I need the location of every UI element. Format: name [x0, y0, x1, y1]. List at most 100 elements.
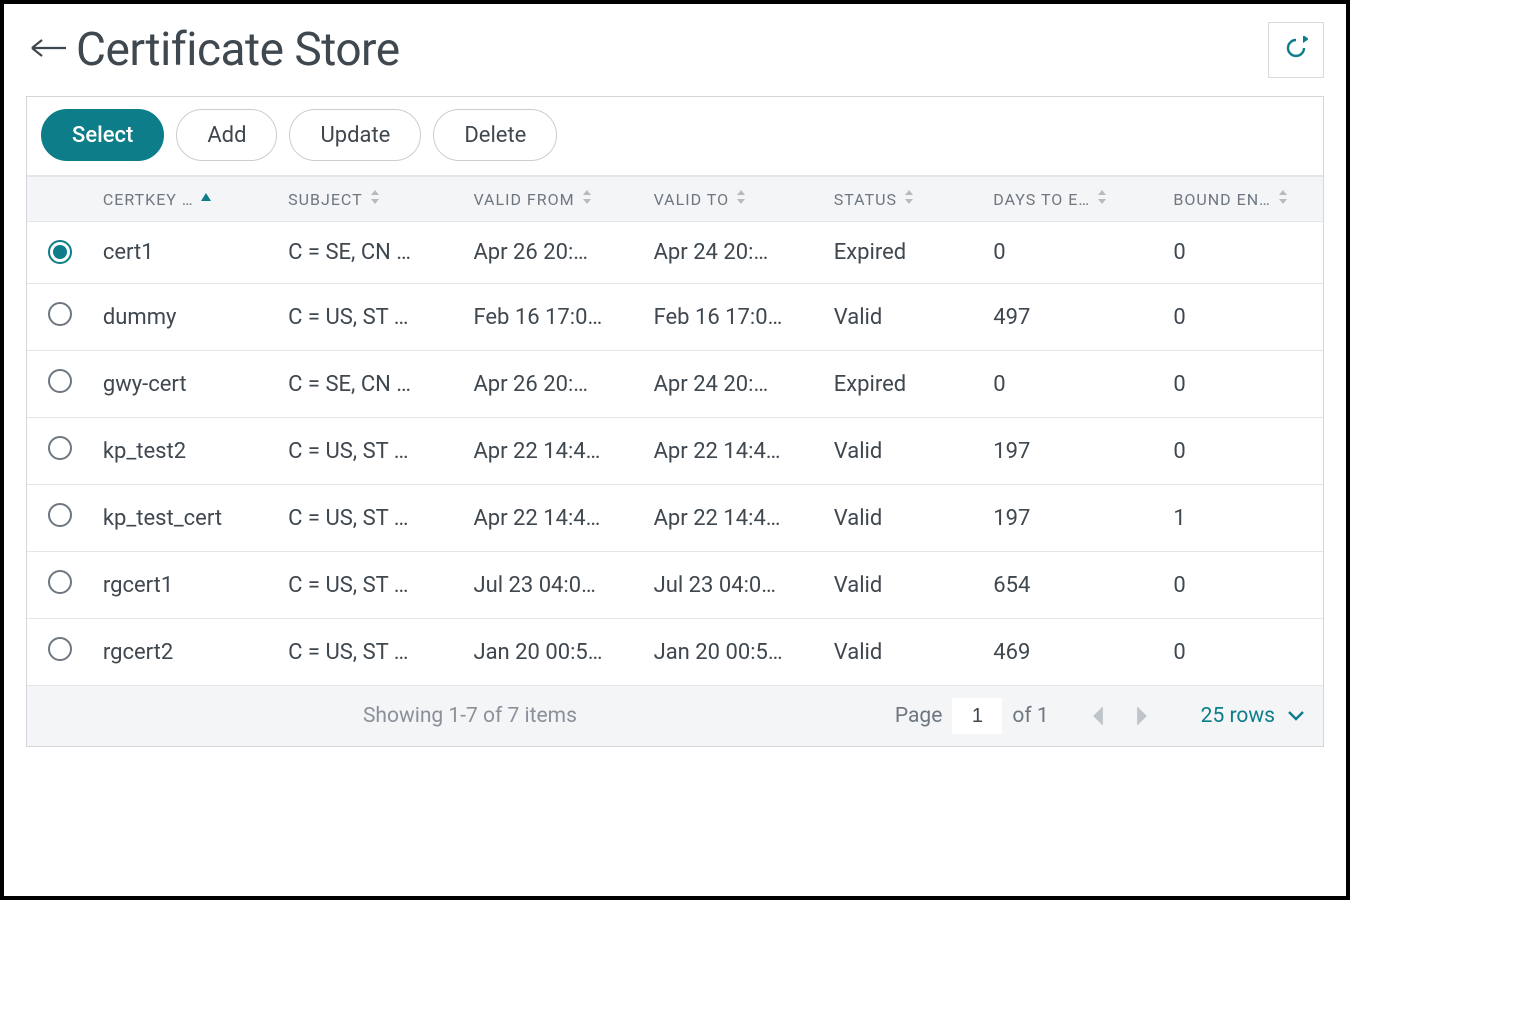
chevron-down-icon	[1287, 704, 1305, 728]
cell-status: Valid	[824, 485, 984, 552]
prev-page-button[interactable]	[1089, 705, 1107, 727]
col-header-bound[interactable]: BOUND EN…	[1163, 177, 1323, 222]
cell-bound: 1	[1163, 485, 1323, 552]
cell-valid-to: Jul 23 04:0…	[644, 552, 824, 619]
col-header-label: STATUS	[834, 190, 897, 209]
sort-icon	[369, 189, 381, 209]
col-header-label: VALID FROM	[473, 190, 574, 209]
table-body: cert1C = SE, CN …Apr 26 20:…Apr 24 20:…E…	[27, 222, 1323, 686]
sort-icon	[735, 189, 747, 209]
sort-icon	[903, 189, 915, 209]
col-header-status[interactable]: STATUS	[824, 177, 984, 222]
table-row[interactable]: cert1C = SE, CN …Apr 26 20:…Apr 24 20:…E…	[27, 222, 1323, 284]
table-row[interactable]: rgcert2C = US, ST …Jan 20 00:5…Jan 20 00…	[27, 619, 1323, 686]
cell-status: Valid	[824, 284, 984, 351]
table-row[interactable]: gwy-certC = SE, CN …Apr 26 20:…Apr 24 20…	[27, 351, 1323, 418]
cell-subject: C = SE, CN …	[278, 351, 463, 418]
cell-status: Valid	[824, 552, 984, 619]
col-header-label: SUBJECT	[288, 190, 363, 209]
col-header-valid-to[interactable]: VALID TO	[644, 177, 824, 222]
table-footer: Showing 1-7 of 7 items Page of 1 25 rows	[27, 685, 1323, 746]
table-row[interactable]: kp_test2C = US, ST …Apr 22 14:4…Apr 22 1…	[27, 418, 1323, 485]
table-row[interactable]: rgcert1C = US, ST …Jul 23 04:0…Jul 23 04…	[27, 552, 1323, 619]
page-input[interactable]	[952, 698, 1002, 734]
col-header-valid-from[interactable]: VALID FROM	[463, 177, 643, 222]
update-button[interactable]: Update	[289, 109, 421, 161]
cell-valid-from: Jan 20 00:5…	[463, 619, 643, 686]
cell-days: 197	[983, 485, 1163, 552]
sort-asc-icon	[200, 189, 212, 209]
page-of-label: of 1	[1012, 704, 1048, 728]
cell-valid-to: Apr 24 20:…	[644, 351, 824, 418]
cell-days: 654	[983, 552, 1163, 619]
add-button[interactable]: Add	[176, 109, 277, 161]
table-row[interactable]: dummyC = US, ST …Feb 16 17:0…Feb 16 17:0…	[27, 284, 1323, 351]
cell-subject: C = SE, CN …	[278, 222, 463, 284]
cell-valid-to: Apr 24 20:…	[644, 222, 824, 284]
table-panel: Select Add Update Delete CERTKEY …	[26, 96, 1324, 747]
cell-certkey: cert1	[93, 222, 278, 284]
title-wrap: Certificate Store	[26, 23, 400, 77]
col-header-label: BOUND EN…	[1173, 190, 1270, 209]
app-frame: Certificate Store Select Add Update Dele…	[0, 0, 1350, 900]
row-radio[interactable]	[48, 369, 72, 393]
chevron-left-icon	[1089, 709, 1107, 733]
next-page-button[interactable]	[1133, 705, 1151, 727]
cell-days: 0	[983, 351, 1163, 418]
delete-button[interactable]: Delete	[433, 109, 557, 161]
page-header: Certificate Store	[26, 22, 1324, 96]
col-header-days[interactable]: DAYS TO E…	[983, 177, 1163, 222]
row-radio[interactable]	[48, 436, 72, 460]
select-button[interactable]: Select	[41, 109, 164, 161]
cell-certkey: rgcert2	[93, 619, 278, 686]
row-radio[interactable]	[48, 570, 72, 594]
cell-subject: C = US, ST …	[278, 552, 463, 619]
row-radio[interactable]	[48, 637, 72, 661]
col-header-certkey[interactable]: CERTKEY …	[93, 177, 278, 222]
cell-certkey: kp_test2	[93, 418, 278, 485]
back-button[interactable]	[26, 28, 70, 72]
sort-icon	[1277, 189, 1289, 209]
cell-bound: 0	[1163, 418, 1323, 485]
footer-status: Showing 1-7 of 7 items	[363, 704, 577, 728]
toolbar: Select Add Update Delete	[27, 97, 1323, 176]
cell-bound: 0	[1163, 351, 1323, 418]
cell-certkey: gwy-cert	[93, 351, 278, 418]
cell-certkey: rgcert1	[93, 552, 278, 619]
cell-valid-from: Feb 16 17:0…	[463, 284, 643, 351]
col-header-subject[interactable]: SUBJECT	[278, 177, 463, 222]
cell-status: Expired	[824, 351, 984, 418]
cell-bound: 0	[1163, 619, 1323, 686]
cell-status: Valid	[824, 619, 984, 686]
cell-valid-from: Apr 26 20:…	[463, 351, 643, 418]
sort-icon	[581, 189, 593, 209]
page-label: Page	[895, 704, 943, 728]
cell-subject: C = US, ST …	[278, 619, 463, 686]
cell-bound: 0	[1163, 552, 1323, 619]
rows-per-page-select[interactable]: 25 rows	[1201, 704, 1305, 728]
chevron-right-icon	[1133, 709, 1151, 733]
cell-valid-to: Jan 20 00:5…	[644, 619, 824, 686]
table-row[interactable]: kp_test_certC = US, ST …Apr 22 14:4…Apr …	[27, 485, 1323, 552]
cell-days: 197	[983, 418, 1163, 485]
col-header-select	[27, 177, 93, 222]
cell-days: 0	[983, 222, 1163, 284]
col-header-label: VALID TO	[654, 190, 730, 209]
cell-status: Valid	[824, 418, 984, 485]
cell-status: Expired	[824, 222, 984, 284]
cell-subject: C = US, ST …	[278, 284, 463, 351]
row-radio[interactable]	[48, 302, 72, 326]
cell-valid-from: Apr 22 14:4…	[463, 418, 643, 485]
cell-certkey: dummy	[93, 284, 278, 351]
col-header-label: CERTKEY …	[103, 190, 194, 209]
cell-certkey: kp_test_cert	[93, 485, 278, 552]
cell-bound: 0	[1163, 222, 1323, 284]
cell-valid-from: Apr 22 14:4…	[463, 485, 643, 552]
pager-buttons	[1089, 705, 1151, 727]
row-radio[interactable]	[48, 503, 72, 527]
refresh-button[interactable]	[1268, 22, 1324, 78]
cell-subject: C = US, ST …	[278, 418, 463, 485]
footer-status-wrap: Showing 1-7 of 7 items	[45, 704, 895, 728]
cell-valid-to: Feb 16 17:0…	[644, 284, 824, 351]
row-radio[interactable]	[48, 240, 72, 264]
